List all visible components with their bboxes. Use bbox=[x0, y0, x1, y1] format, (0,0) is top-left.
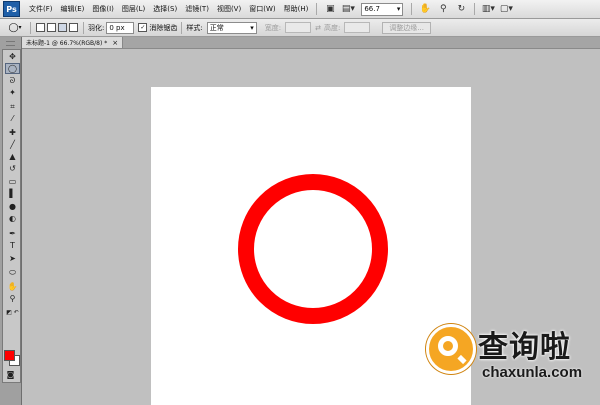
bridge-icon[interactable]: ▣ bbox=[324, 4, 336, 15]
type-tool-icon[interactable]: T bbox=[6, 241, 19, 250]
tool-strip: ✥ ◯ ᘐ ✦ ⌗ ⁄ ✚ ╱ ▲ ↺ ▭ ▌ ● ◐ ✒ T ➤ ⬭ ✋ ⚲ … bbox=[2, 49, 21, 383]
width-label: 宽度: bbox=[264, 23, 282, 32]
foreground-color-swatch[interactable] bbox=[4, 350, 15, 361]
menu-bar: Ps 文件(F) 编辑(E) 图像(I) 图层(L) 选择(S) 滤镜(T) 视… bbox=[0, 0, 600, 19]
eraser-tool-icon[interactable]: ▭ bbox=[6, 177, 19, 186]
zoom-tool-icon[interactable]: ⚲ bbox=[6, 294, 19, 303]
tools-panel: ✥ ◯ ᘐ ✦ ⌗ ⁄ ✚ ╱ ▲ ↺ ▭ ▌ ● ◐ ✒ T ➤ ⬭ ✋ ⚲ … bbox=[0, 37, 22, 405]
zoom-icon[interactable]: ⚲ bbox=[437, 4, 449, 15]
zoom-level-value: 66.7 bbox=[364, 5, 380, 13]
lasso-tool-icon[interactable]: ᘐ bbox=[6, 76, 19, 85]
panel-grip[interactable] bbox=[6, 41, 15, 46]
options-separator bbox=[30, 21, 31, 34]
chevron-down-icon: ▾ bbox=[250, 23, 254, 32]
refine-edge-button[interactable]: 调整边缘... bbox=[382, 21, 431, 34]
dodge-tool-icon[interactable]: ◐ bbox=[6, 214, 19, 223]
height-label: 高度: bbox=[323, 23, 341, 32]
options-bar: ◯ ▾ 羽化: 0 px ✓ 消除锯齿 样式: 正常 ▾ 宽度: ⇄ 高度: 调… bbox=[0, 19, 600, 37]
intersect-selection-icon[interactable] bbox=[69, 23, 78, 32]
menu-view[interactable]: 视图(V) bbox=[213, 4, 245, 14]
menu-layer[interactable]: 图层(L) bbox=[118, 4, 149, 14]
red-ring-shape bbox=[238, 174, 388, 324]
options-separator bbox=[181, 21, 183, 34]
shape-tool-icon[interactable]: ⬭ bbox=[6, 268, 19, 277]
document-tab-title: 未标题-1 @ 66.7%(RGB/8) * bbox=[26, 40, 108, 47]
watermark-title: 查询啦 bbox=[478, 330, 571, 365]
chevron-down-icon: ▾ bbox=[396, 5, 401, 13]
ellipse-icon: ◯ bbox=[8, 22, 19, 33]
brush-tool-icon[interactable]: ╱ bbox=[6, 140, 19, 149]
menu-separator bbox=[411, 3, 413, 15]
menu-separator bbox=[474, 3, 476, 15]
new-selection-icon[interactable] bbox=[36, 23, 45, 32]
path-selection-tool-icon[interactable]: ➤ bbox=[6, 254, 19, 263]
tool-preset-picker[interactable]: ◯ ▾ bbox=[4, 22, 26, 34]
search-magnifier-logo-icon bbox=[426, 324, 476, 374]
layout-icon[interactable]: ▤▾ bbox=[342, 4, 355, 15]
healing-brush-tool-icon[interactable]: ✚ bbox=[6, 128, 19, 137]
crop-tool-icon[interactable]: ⌗ bbox=[6, 102, 19, 111]
magnifier-lens-icon bbox=[438, 336, 458, 356]
blur-tool-icon[interactable]: ● bbox=[6, 202, 19, 211]
menu-select[interactable]: 选择(S) bbox=[149, 4, 181, 14]
menu-filter[interactable]: 滤镜(T) bbox=[181, 4, 213, 14]
zoom-level-select[interactable]: 66.7 ▾ bbox=[361, 2, 404, 16]
history-brush-tool-icon[interactable]: ↺ bbox=[6, 164, 19, 173]
elliptical-marquee-tool-icon[interactable]: ◯ bbox=[5, 63, 20, 74]
clone-stamp-tool-icon[interactable]: ▲ bbox=[6, 152, 19, 161]
hand-tool-icon[interactable]: ✋ bbox=[6, 282, 19, 291]
height-input[interactable] bbox=[344, 22, 371, 33]
gradient-tool-icon[interactable]: ▌ bbox=[6, 189, 19, 198]
feather-label: 羽化: bbox=[88, 23, 105, 32]
document-canvas[interactable] bbox=[151, 87, 471, 405]
rotate-icon[interactable]: ↻ bbox=[455, 4, 467, 15]
antialias-checkbox[interactable]: ✓ bbox=[138, 23, 148, 32]
menu-image[interactable]: 图像(I) bbox=[88, 4, 118, 14]
eyedropper-tool-icon[interactable]: ⁄ bbox=[6, 114, 19, 123]
move-tool-icon[interactable]: ✥ bbox=[6, 52, 19, 61]
default-colors-icon[interactable]: ◩ ↶ bbox=[6, 308, 19, 317]
menu-help[interactable]: 帮助(H) bbox=[280, 4, 313, 14]
document-tab-bar: 未标题-1 @ 66.7%(RGB/8) * × bbox=[22, 37, 600, 49]
watermark-domain: chaxunla.com bbox=[482, 364, 583, 381]
close-icon[interactable]: × bbox=[112, 39, 118, 47]
magnifier-handle-icon bbox=[457, 354, 467, 365]
watermark: 查询啦 chaxunla.com bbox=[424, 320, 594, 386]
feather-input[interactable]: 0 px bbox=[106, 21, 135, 34]
style-select[interactable]: 正常 ▾ bbox=[206, 21, 257, 34]
photoshop-logo: Ps bbox=[3, 1, 20, 17]
document-tab[interactable]: 未标题-1 @ 66.7%(RGB/8) * × bbox=[22, 37, 124, 48]
width-input[interactable] bbox=[285, 22, 312, 33]
screen-mode-icon[interactable]: ▢▾ bbox=[500, 4, 513, 15]
style-label: 样式: bbox=[186, 23, 203, 32]
menu-separator bbox=[316, 3, 318, 15]
pen-tool-icon[interactable]: ✒ bbox=[6, 229, 19, 238]
add-to-selection-icon[interactable] bbox=[47, 23, 56, 32]
menu-file[interactable]: 文件(F) bbox=[25, 4, 57, 14]
hand-icon[interactable]: ✋ bbox=[419, 4, 431, 15]
arrange-icon[interactable]: ▥▾ bbox=[482, 4, 495, 15]
chevron-down-icon: ▾ bbox=[18, 24, 22, 31]
swap-icon[interactable]: ⇄ bbox=[315, 24, 321, 32]
magic-wand-tool-icon[interactable]: ✦ bbox=[6, 88, 19, 97]
subtract-selection-icon[interactable] bbox=[58, 23, 67, 32]
menu-edit[interactable]: 编辑(E) bbox=[57, 4, 89, 14]
options-separator bbox=[83, 21, 84, 34]
antialias-label: 消除锯齿 bbox=[149, 23, 178, 32]
quick-mask-icon[interactable]: ◙ bbox=[4, 370, 17, 379]
style-value: 正常 bbox=[209, 23, 224, 32]
menu-window[interactable]: 窗口(W) bbox=[245, 4, 279, 14]
